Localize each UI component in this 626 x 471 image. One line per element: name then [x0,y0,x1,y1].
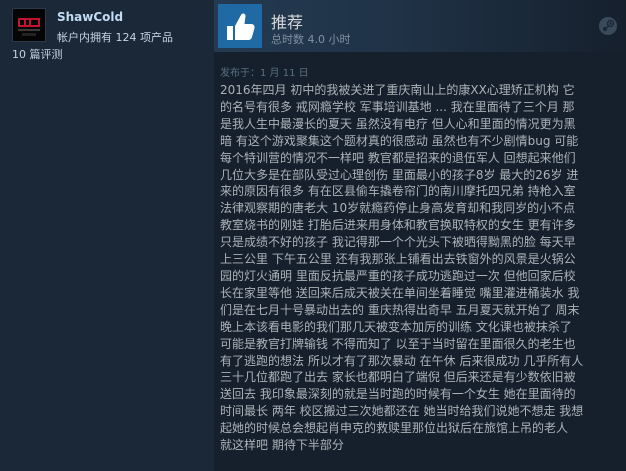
author-name[interactable]: ShawCold [57,10,123,24]
thumbs-up-icon [218,4,262,48]
author-reviews-count[interactable]: 10 篇评测 [12,46,63,62]
review-author-block: ShawCold 帐户内拥有 124 项产品 10 篇评测 [0,0,210,471]
avatar-image [13,9,45,41]
hours-played: 总时数 4.0 小时 [271,33,351,46]
review-verdict: 推荐 [271,13,304,32]
review-page: ShawCold 帐户内拥有 124 项产品 10 篇评测 推荐 总时数 4.0… [0,0,626,471]
avatar[interactable] [12,8,46,42]
posted-date: 发布于：1 月 11 日 [220,68,309,79]
steam-logo-icon [599,17,617,35]
review-verdict-bar[interactable]: 推荐 总时数 4.0 小时 [214,0,626,52]
author-products-count[interactable]: 帐户内拥有 124 项产品 [57,29,173,45]
review-content: 推荐 总时数 4.0 小时 发布于：1 月 11 日 2016年四月 初中的我被… [214,0,626,471]
review-body: 2016年四月 初中的我被关进了重庆南山上的康XX心理矫正机构 它 的名号有很多… [220,83,584,453]
